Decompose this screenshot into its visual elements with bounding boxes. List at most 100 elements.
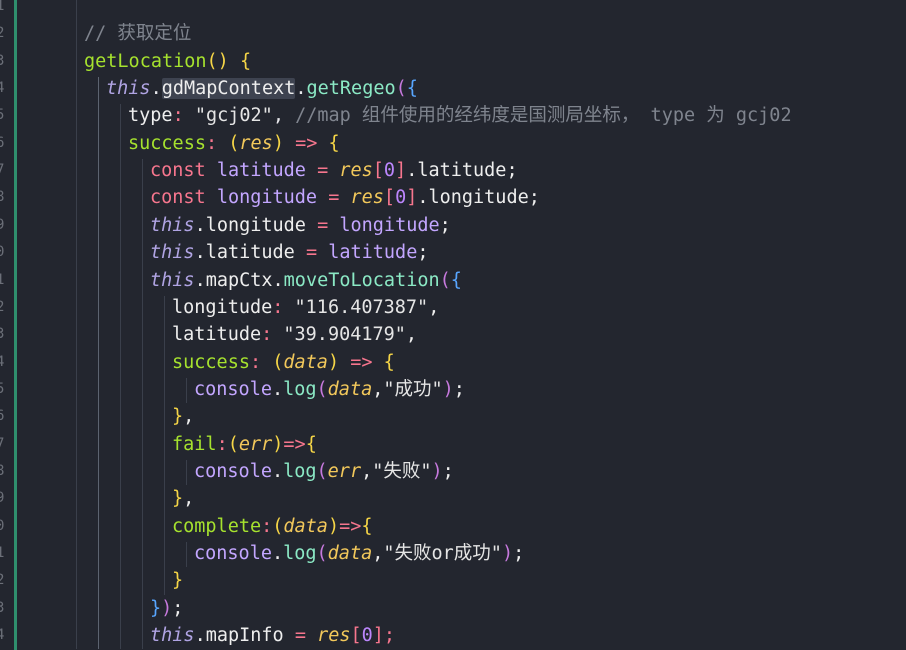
code-line[interactable]: this.mapInfo = res[0]; [150, 622, 395, 649]
line-number: 4 [0, 627, 5, 644]
code-token: () [206, 50, 240, 72]
line-number-gutter: 1 2 3 4 5 6 7 8 9 0 1 2 3 4 5 6 7 8 9 0 1 2 3 4 [0, 0, 12, 650]
code-token: ) [442, 378, 454, 400]
code-token: ) [327, 515, 340, 537]
code-line[interactable]: const latitude = res[0].latitude; [150, 157, 518, 184]
indent-guide [120, 104, 121, 650]
code-token: : [272, 296, 295, 318]
line-number: 9 [0, 490, 5, 507]
code-token: longitude [216, 187, 329, 209]
code-token: "成功" [383, 378, 443, 400]
code-token: .mapCtx. [194, 269, 284, 291]
line-number: 1 [0, 271, 5, 288]
code-token: => [350, 351, 384, 373]
code-line[interactable]: } [172, 567, 183, 594]
code-token: 0 [383, 160, 396, 182]
code-token: //map 组件使用的经纬度是国测局坐标， type 为 gcj02 [295, 105, 792, 127]
code-line[interactable]: }, [172, 403, 194, 430]
code-token: ) [431, 460, 443, 482]
code-token: data [327, 543, 373, 564]
code-token: longitude [172, 296, 273, 318]
code-token: [ [372, 160, 384, 182]
code-line[interactable]: console.log(data,"失败or成功"); [194, 540, 524, 567]
code-token: success [172, 351, 250, 373]
code-token: err [238, 433, 273, 455]
code-line[interactable]: longitude: "116.407387", [172, 294, 439, 321]
code-token: .mapInfo [194, 625, 295, 647]
code-line[interactable]: // 获取定位 [84, 20, 191, 47]
code-token: ]; [372, 625, 396, 647]
code-token: "116.407387" [294, 296, 429, 318]
code-token: ; [439, 214, 451, 236]
code-line[interactable]: }); [150, 595, 183, 622]
code-token: ; [453, 378, 465, 400]
code-token: ) [272, 433, 284, 455]
code-token: "39.904179" [283, 324, 406, 346]
code-token: gdMapContext [161, 78, 296, 100]
code-token: , [183, 406, 195, 428]
code-token: "失败or成功" [383, 543, 502, 564]
code-token: . [271, 543, 284, 564]
code-token: = [294, 625, 318, 647]
code-token: res [339, 160, 373, 182]
git-change-indicator [14, 0, 17, 650]
code-line[interactable]: this.longitude = longitude; [150, 212, 451, 239]
code-editor[interactable]: 1 2 3 4 5 6 7 8 9 0 1 2 3 4 5 6 7 8 9 0 1 2 3 4 // 获取定位 getLocat… [0, 0, 906, 650]
code-token: "gcj02" [194, 105, 273, 127]
code-line[interactable]: this.latitude = latitude; [150, 239, 428, 266]
code-line[interactable]: success: (res) => { [128, 130, 340, 157]
code-token: "失败" [372, 460, 432, 482]
line-number: 3 [0, 326, 5, 343]
code-line[interactable]: console.log(data,"成功"); [194, 376, 465, 403]
code-token: , [183, 488, 195, 510]
code-token: latitude [216, 160, 318, 182]
code-line[interactable]: latitude: "39.904179", [172, 321, 417, 348]
code-token: success [128, 132, 206, 154]
code-token: . [271, 378, 284, 400]
code-token: { [383, 351, 395, 373]
code-token: { [239, 50, 252, 72]
line-number: 2 [0, 572, 5, 589]
code-token: .longitude [194, 214, 318, 236]
line-number: 1 [0, 0, 5, 14]
code-token: ( [227, 433, 239, 455]
line-number: 2 [0, 25, 5, 42]
code-line[interactable]: this.gdMapContext.getRegeo({ [106, 75, 418, 102]
indent-guide [186, 542, 187, 568]
code-token: } [172, 406, 184, 428]
code-line[interactable]: this.mapCtx.moveToLocation({ [150, 267, 462, 294]
code-token: .latitude [194, 242, 306, 264]
code-token: latitude [328, 242, 418, 264]
code-line[interactable]: }, [172, 485, 194, 512]
code-token: = [317, 214, 340, 236]
code-token: data [283, 515, 328, 537]
code-line[interactable]: fail:(err)=>{ [172, 431, 317, 458]
code-line[interactable]: success: (data) => { [172, 349, 395, 376]
code-token: = [305, 242, 329, 264]
code-token: console [194, 543, 272, 564]
code-line[interactable]: const longitude = res[0].longitude; [150, 184, 540, 211]
code-token: , [361, 460, 373, 482]
code-token: } [172, 570, 184, 592]
code-token: : [261, 515, 273, 537]
code-line[interactable]: getLocation() { [84, 48, 251, 75]
code-token: ] [395, 160, 407, 182]
code-token: log [283, 378, 317, 400]
code-token: res [317, 625, 351, 647]
code-token: this [106, 78, 151, 100]
code-token: // 获取定位 [84, 23, 192, 45]
code-line[interactable]: type: "gcj02", //map 组件使用的经纬度是国测局坐标， typ… [128, 102, 792, 129]
code-line[interactable]: complete:(data)=>{ [172, 513, 373, 540]
code-token: ( [316, 378, 328, 400]
code-token: . [150, 78, 162, 100]
code-token: ( [316, 543, 328, 564]
code-token: getRegeo [306, 78, 396, 100]
code-token: log [283, 543, 317, 564]
code-token: getLocation [84, 50, 207, 72]
code-token: , [405, 324, 418, 346]
code-token: type [128, 105, 173, 127]
line-number: 9 [0, 216, 5, 233]
code-line[interactable]: console.log(err,"失败"); [194, 458, 454, 485]
code-token: complete [172, 515, 262, 537]
code-token: : [261, 324, 284, 346]
